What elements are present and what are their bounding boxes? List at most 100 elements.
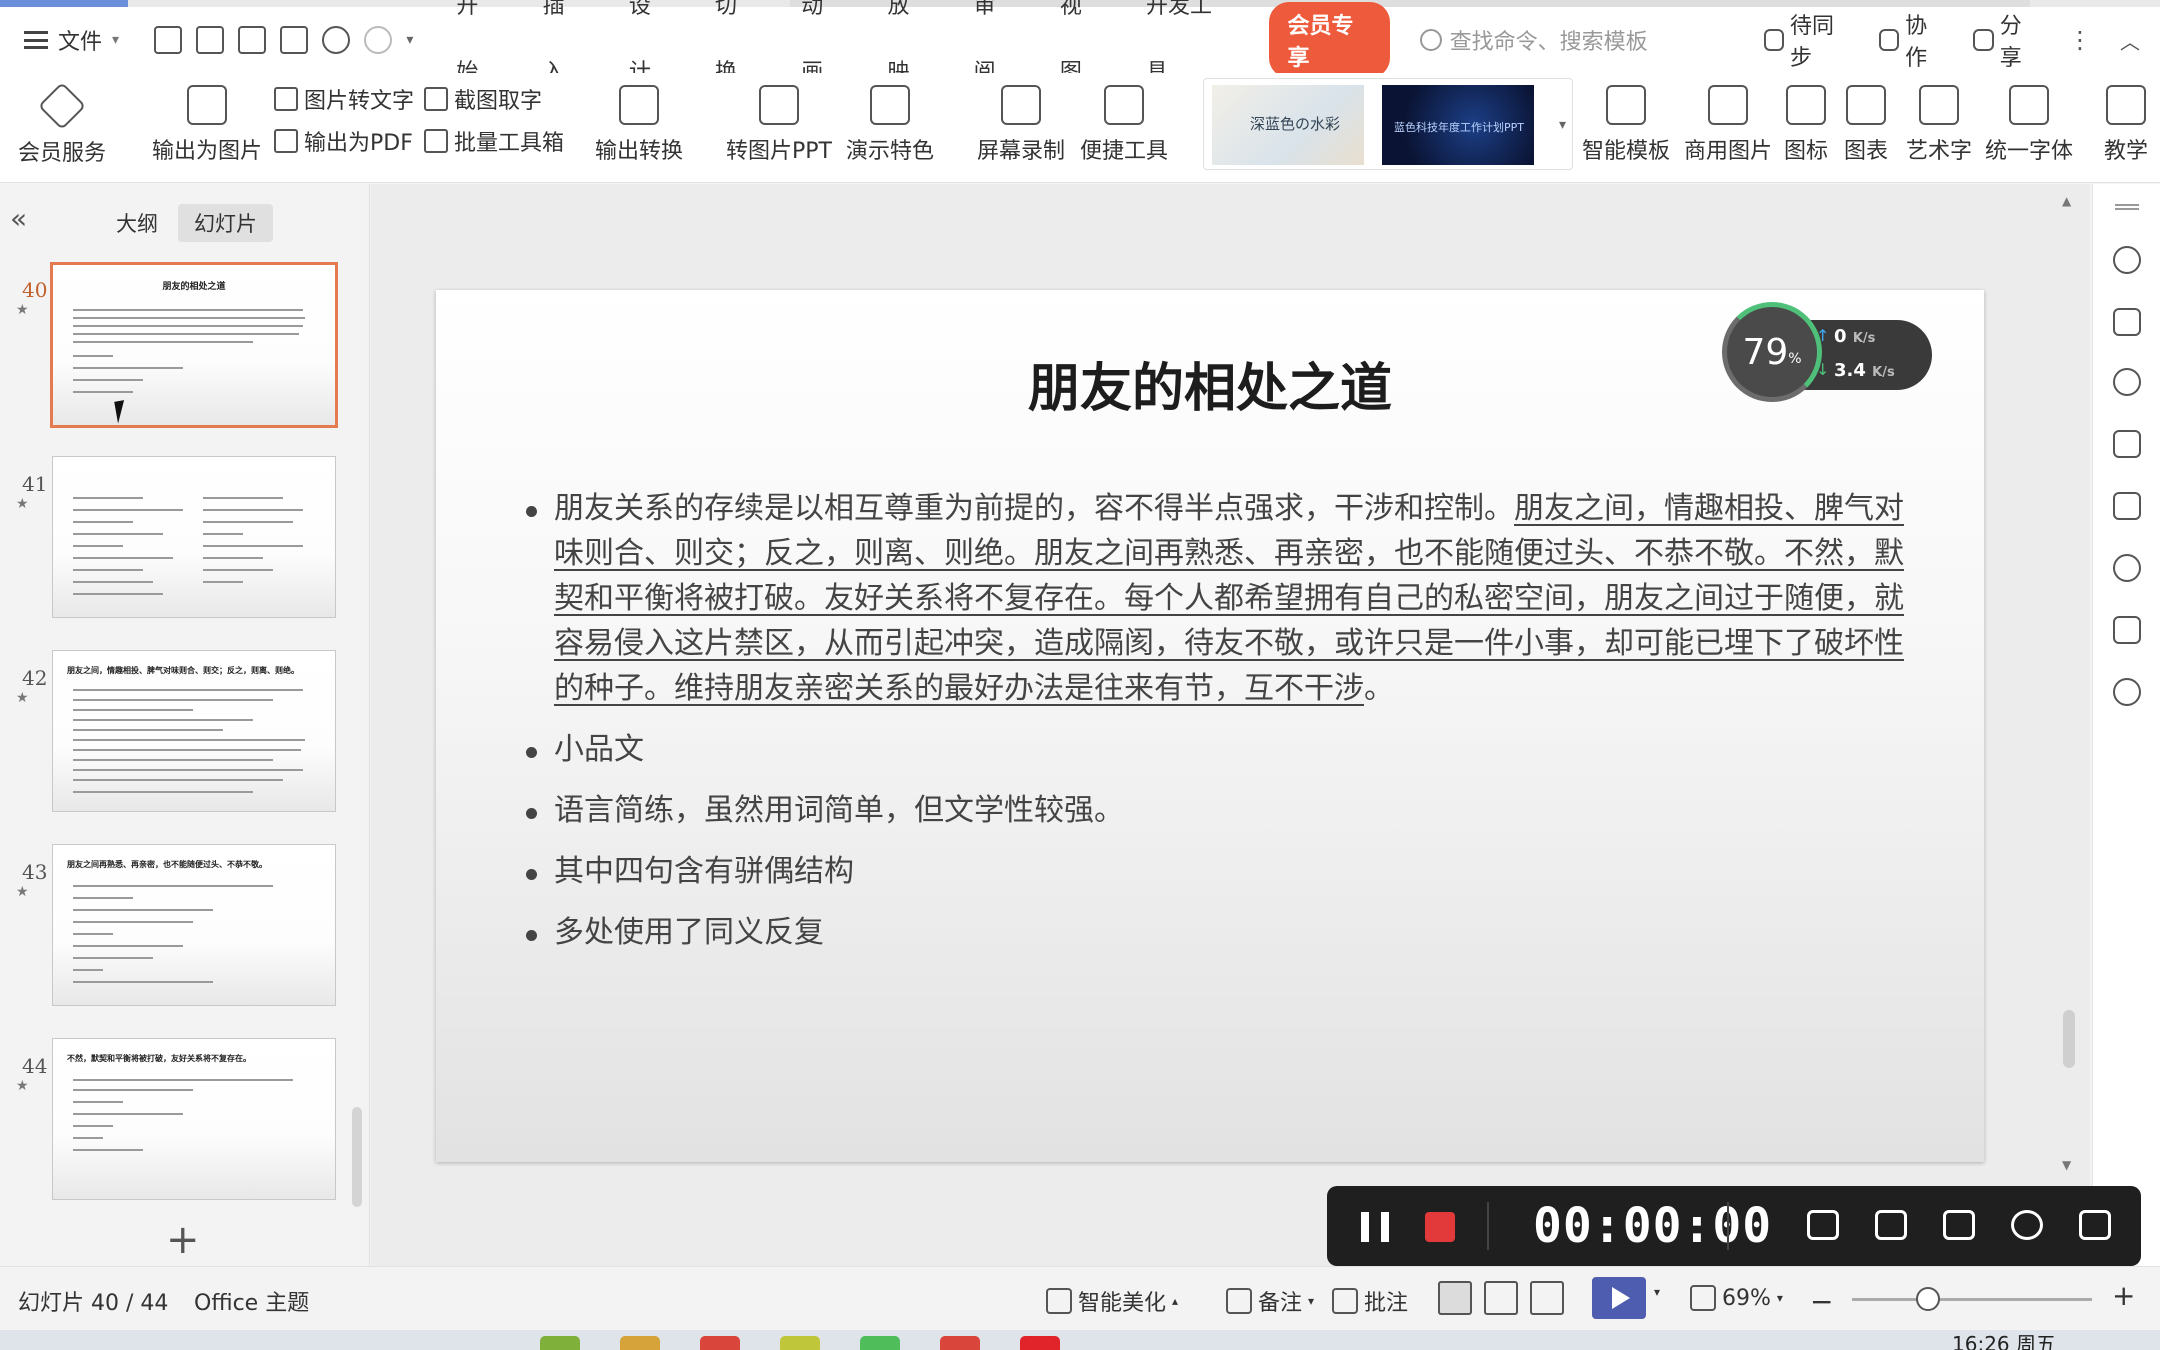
batch-tools-button[interactable]: 批量工具箱 [424,125,564,157]
teaching-button[interactable]: 教学 [2104,73,2148,165]
commercial-image-button[interactable]: 商用图片 [1684,73,1772,165]
scroll-up-icon[interactable]: ▲ [2062,194,2071,208]
command-search[interactable]: 查找命令、搜索模板 [1419,24,1764,56]
pause-button[interactable] [1361,1212,1389,1242]
star-icon[interactable] [2113,368,2141,396]
smart-beautify-button[interactable]: 智能美化 ▴ [1046,1285,1178,1317]
export-convert-button[interactable]: 输出转换 [595,73,683,165]
help-icon[interactable] [2113,678,2141,706]
canvas-scrollbar[interactable]: ▲ ▼ [2060,190,2076,1172]
save-icon[interactable] [154,26,183,54]
screenshot-text-button[interactable]: 截图取字 [424,83,542,115]
icons-button[interactable]: 图标 [1784,73,1828,165]
image-to-ppt-button[interactable]: 转图片PPT [726,73,832,165]
slide-thumbnail-43[interactable]: 43 ★ 朋友之间再熟悉、再亲密，也不能随便过头、不恭不敬。 [0,844,360,1014]
adjust-icon[interactable] [2113,308,2141,336]
smart-template-button[interactable]: 智能模板 [1582,73,1670,165]
bullet-item[interactable]: 语言简练，虽然用词简单，但文学性较强。 [526,788,1926,833]
alarm-icon[interactable] [2011,1210,2043,1240]
vip-button[interactable]: 会员专享 [1269,2,1390,78]
tab-outline[interactable]: 大纲 [100,204,174,242]
scroll-thumb[interactable] [2063,1010,2075,1068]
lightning-icon[interactable] [2113,554,2141,582]
export-icon[interactable] [196,26,225,54]
quick-tools-button[interactable]: 便捷工具 [1080,73,1168,165]
sync-button[interactable]: 待同步 [1763,8,1851,72]
teaching-label: 教学 [2104,139,2149,164]
image-to-text-button[interactable]: 图片转文字 [274,83,414,115]
print-icon[interactable] [238,26,267,54]
taskbar-app-icon[interactable] [700,1336,740,1350]
image-edit-icon[interactable] [2113,492,2141,520]
gallery-expand-icon[interactable]: ▾ [1559,117,1566,133]
file-menu[interactable]: 文件 ▾ [0,24,144,56]
slide-body[interactable]: 朋友关系的存续是以相互尊重为前提的，容不得半点强求，干涉和控制。朋友之间，情趣相… [526,486,1926,971]
comments-button[interactable]: 批注 [1332,1285,1408,1317]
taskbar-app-icon[interactable] [540,1336,580,1350]
collapse-panel-icon[interactable]: « [10,202,27,235]
template-thumbnail-tech[interactable]: 蓝色科技年度工作计划PPT [1382,85,1534,165]
notes-button[interactable]: 备注 ▾ [1226,1285,1314,1317]
chart-button[interactable]: 图表 [1844,73,1888,165]
system-clock[interactable]: 16:26 周五 [1952,1330,2056,1350]
collaborate-button[interactable]: 协作 [1878,8,1946,72]
present-features-button[interactable]: 演示特色 [846,73,934,165]
member-service-label: 会员服务 [18,141,107,166]
slide-thumbnail-41[interactable]: 41 ★ [0,456,360,626]
transition-icon[interactable] [2113,430,2141,458]
taskbar-app-icon[interactable] [780,1336,820,1350]
customize-chevron-icon[interactable]: ▾ [406,32,413,48]
slide-thumbnail-40[interactable]: 40 ★ 朋友的相处之道 [0,262,360,432]
grid-view-icon[interactable] [1484,1281,1518,1315]
zoom-control[interactable]: 69% ▾ [1690,1285,1783,1311]
taskbar-app-icon[interactable] [940,1336,980,1350]
export-image-button[interactable]: 输出为图片 [152,73,262,165]
window-icon[interactable] [2079,1210,2111,1240]
rocket-icon[interactable] [2113,246,2141,274]
theme-name[interactable]: Office 主题 [194,1285,309,1317]
scroll-down-icon[interactable]: ▼ [2062,1158,2071,1172]
share-button[interactable]: 分享 [1973,8,2040,72]
network-speed-widget[interactable]: 79% ↑ ↓ 0 K/s 3.4 K/s [1722,302,1932,404]
zoom-slider-knob[interactable] [1916,1287,1940,1311]
screen-record-button[interactable]: 屏幕录制 [977,73,1065,165]
tab-slides[interactable]: 幻灯片 [178,204,273,242]
stop-record-button[interactable] [1425,1212,1455,1242]
reading-view-icon[interactable] [1530,1281,1564,1315]
current-slide[interactable]: 朋友的相处之道 朋友关系的存续是以相互尊重为前提的，容不得半点强求，干涉和控制。… [436,290,1984,1162]
camera-icon[interactable] [1875,1210,1907,1240]
bullet-item[interactable]: 多处使用了同义反复 [526,910,1926,955]
undo-icon[interactable] [322,26,351,54]
play-options-chevron-icon[interactable]: ▾ [1654,1285,1660,1299]
wordart-button[interactable]: 艺术字 [1906,73,1972,165]
drag-handle-icon[interactable] [2115,204,2139,210]
taskbar-app-icon[interactable] [860,1336,900,1350]
slide-thumbnail-44[interactable]: 44 ★ 不然，默契和平衡将被打破，友好关系将不复存在。 [0,1038,360,1208]
image-export-icon [187,85,227,125]
add-slide-button[interactable]: + [166,1217,200,1263]
navigator-scrollbar[interactable] [352,1107,362,1207]
redo-icon[interactable] [364,26,393,54]
bullet-paragraph[interactable]: 朋友关系的存续是以相互尊重为前提的，容不得半点强求，干涉和控制。朋友之间，情趣相… [526,486,1926,711]
unify-font-button[interactable]: 统一字体 [1985,73,2073,165]
template-thumbnail-watercolor[interactable]: 深蓝色の水彩 [1212,85,1364,165]
print-preview-icon[interactable] [280,26,309,54]
book-icon[interactable] [2113,616,2141,644]
normal-view-icon[interactable] [1438,1281,1472,1315]
member-service-button[interactable]: 会员服务 [18,73,106,167]
zoom-out-button[interactable]: − [1810,1285,1833,1318]
taskbar-app-icon[interactable] [1020,1336,1060,1350]
zoom-in-button[interactable]: + [2112,1279,2135,1312]
zoom-slider-track[interactable] [1852,1298,2092,1301]
collapse-ribbon-icon[interactable]: ︿ [2120,26,2140,55]
screenshot-icon[interactable] [1807,1210,1839,1240]
export-pdf-button[interactable]: 输出为PDF [274,125,413,157]
play-slideshow-button[interactable] [1592,1277,1646,1319]
pen-icon[interactable] [1943,1210,1975,1240]
share-icon [1973,29,1994,51]
bullet-item[interactable]: 其中四句含有骈偶结构 [526,849,1926,894]
slide-thumbnail-42[interactable]: 42 ★ 朋友之间，情趣相投、脾气对味则合、则交；反之，则离、则绝。 [0,650,360,820]
taskbar-app-icon[interactable] [620,1336,660,1350]
bullet-item[interactable]: 小品文 [526,727,1926,772]
more-icon[interactable]: ⋮ [2068,26,2092,54]
